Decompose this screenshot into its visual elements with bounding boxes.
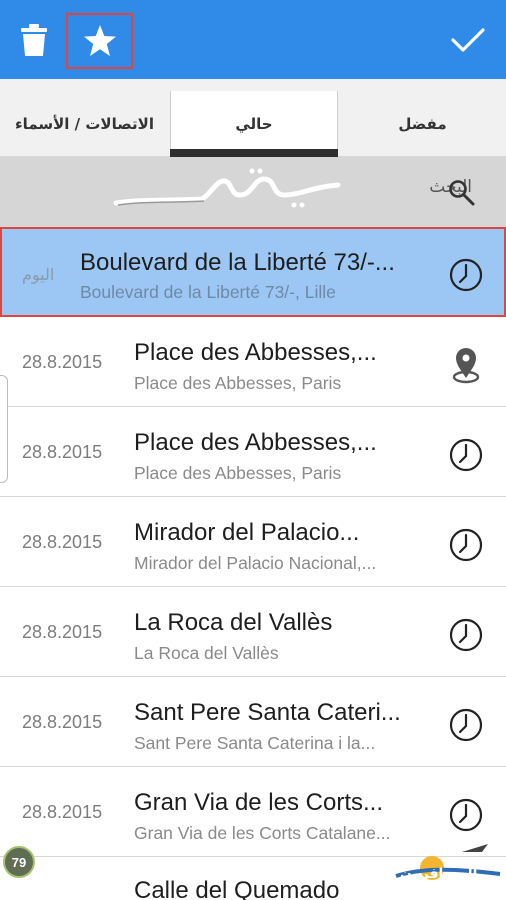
favorite-button[interactable]	[66, 13, 133, 69]
row-date: 28.8.2015	[22, 351, 103, 372]
row-date: 28.8.2015	[22, 621, 103, 642]
list-item[interactable]: 28.8.2015 Place des Abbesses,... Place d…	[0, 317, 506, 407]
side-drawer-handle[interactable]	[0, 375, 8, 483]
row-subtitle: Mirador del Palacio Nacional,...	[134, 553, 377, 573]
row-title: Place des Abbesses,...	[134, 429, 377, 456]
tab-current[interactable]: حالي	[170, 91, 338, 157]
row-title: La Roca del Vallès	[134, 609, 333, 636]
clock-icon[interactable]	[446, 435, 486, 475]
row-title: Gran Via de les Corts...	[134, 789, 383, 816]
clock-icon[interactable]	[446, 705, 486, 745]
row-subtitle: Sant Pere Santa Caterina i la...	[134, 733, 376, 753]
count-badge: 79	[3, 846, 35, 878]
clock-icon[interactable]	[446, 795, 486, 835]
search-icon[interactable]	[448, 179, 476, 207]
check-icon	[451, 28, 485, 52]
row-title: Place des Abbesses,...	[134, 339, 377, 366]
row-title: Mirador del Palacio...	[134, 519, 360, 546]
trash-icon	[21, 24, 47, 56]
row-date: 28.8.2015	[22, 801, 103, 822]
delete-button[interactable]	[12, 14, 56, 66]
list-item[interactable]: 28.8.2015 La Roca del Vallès La Roca del…	[0, 587, 506, 677]
row-date: 28.8.2015	[22, 441, 103, 462]
row-subtitle: Place des Abbesses, Paris	[134, 373, 342, 393]
site-logo-text: المسافرون	[400, 866, 478, 882]
list-item[interactable]: اليوم Boulevard de la Liberté 73/-... Bo…	[0, 227, 506, 317]
row-subtitle: Gran Via de les Corts Catalane...	[134, 823, 391, 843]
row-date: 28.8.2015	[22, 711, 103, 732]
row-subtitle: Boulevard de la Liberté 73/-, Lille	[80, 282, 336, 302]
row-title: Boulevard de la Liberté 73/-...	[80, 249, 395, 276]
list-item[interactable]: 28.8.2015 Mirador del Palacio... Mirador…	[0, 497, 506, 587]
star-icon	[83, 25, 116, 56]
row-title: Sant Pere Santa Cateri...	[134, 699, 401, 726]
clock-icon[interactable]	[446, 525, 486, 565]
top-toolbar	[0, 0, 506, 79]
row-subtitle: Place des Abbesses, Paris	[134, 463, 342, 483]
clock-icon[interactable]	[446, 615, 486, 655]
tab-contacts[interactable]: الاتصالات / الأسماء	[0, 91, 169, 157]
row-date: 28.8.2015	[22, 531, 103, 552]
list-item[interactable]: 28.8.2015 Sant Pere Santa Cateri... Sant…	[0, 677, 506, 767]
tab-bar: الاتصالات / الأسماء حالي مفضل	[0, 79, 506, 157]
row-date: اليوم	[22, 264, 55, 284]
tab-favorites[interactable]: مفضل	[339, 91, 506, 157]
watermark-logo	[113, 168, 341, 208]
list-item[interactable]: 28.8.2015 Place des Abbesses,... Place d…	[0, 407, 506, 497]
confirm-button[interactable]	[440, 14, 496, 66]
clock-icon[interactable]	[446, 255, 486, 295]
active-tab-indicator	[170, 149, 338, 157]
row-subtitle: La Roca del Vallès	[134, 643, 279, 663]
location-pin-icon[interactable]	[446, 345, 486, 385]
row-title: Calle del Quemado	[134, 877, 340, 900]
